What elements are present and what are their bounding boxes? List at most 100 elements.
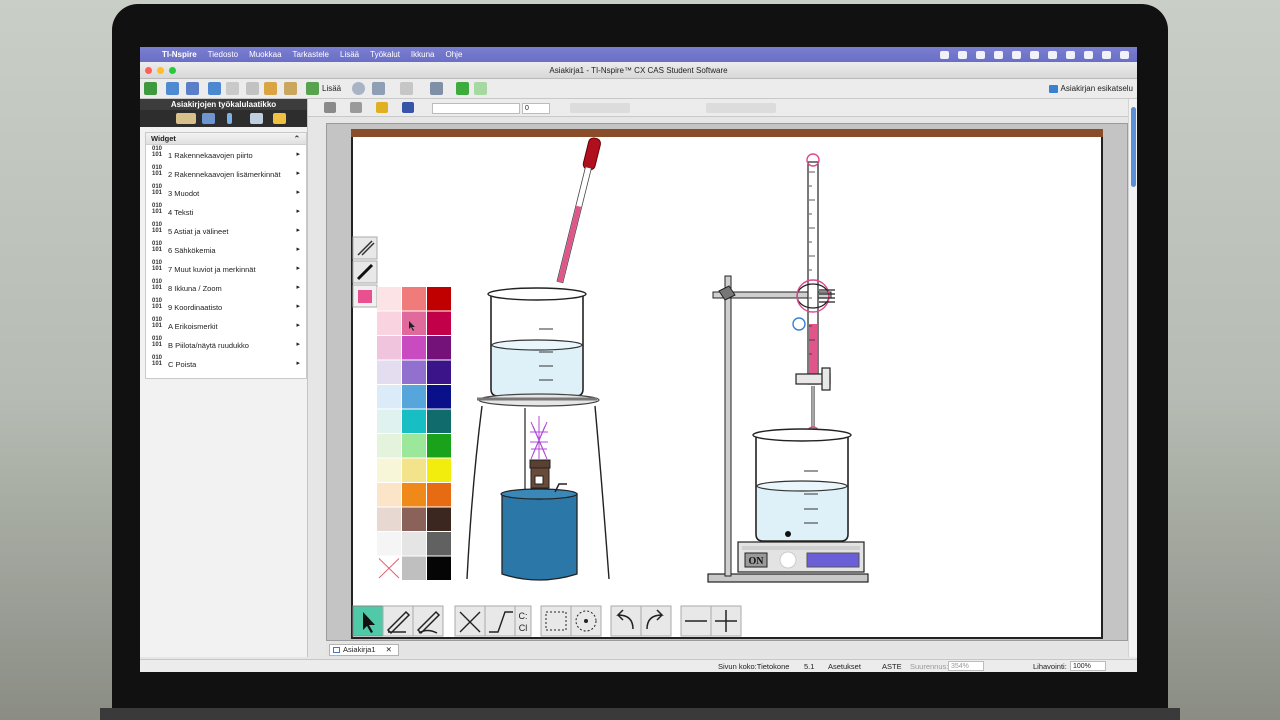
color-swatch[interactable] xyxy=(427,556,451,581)
tools-menu-icon[interactable] xyxy=(324,102,336,113)
camera-icon[interactable] xyxy=(976,50,985,59)
open-icon[interactable] xyxy=(166,82,179,95)
color-swatch[interactable] xyxy=(427,483,451,507)
undo-tool[interactable] xyxy=(610,605,642,637)
color-swatch[interactable] xyxy=(377,385,401,409)
color-swatch[interactable] xyxy=(402,458,426,483)
menu-app-name[interactable]: TI-Nspire xyxy=(162,50,197,59)
text-color-icon[interactable] xyxy=(402,102,414,113)
color-swatch[interactable] xyxy=(402,385,426,409)
wifi-icon[interactable] xyxy=(1066,50,1075,59)
menu-tiedosto[interactable]: Tiedosto xyxy=(208,50,238,59)
color-swatch[interactable] xyxy=(427,287,451,311)
dropbox-icon[interactable] xyxy=(958,50,967,59)
scrollbar-thumb[interactable] xyxy=(1131,107,1136,187)
color-swatch[interactable] xyxy=(427,336,451,360)
widget-item[interactable]: 010 101 4 Teksti ▸ xyxy=(146,202,306,221)
color-swatch[interactable] xyxy=(427,458,451,483)
screen-capture-icon[interactable] xyxy=(430,82,443,95)
color-swatch[interactable] xyxy=(377,434,401,458)
color-swatch[interactable] xyxy=(377,532,401,556)
insert-menu-button[interactable]: Lisää xyxy=(322,84,341,93)
save-icon[interactable] xyxy=(186,82,199,95)
line-color-icon[interactable] xyxy=(376,102,388,113)
zoom-scroll-field[interactable]: 100% xyxy=(1070,661,1106,671)
text-style-buttons[interactable] xyxy=(570,103,630,113)
page-sorter-icon[interactable] xyxy=(400,82,413,95)
fill-color-icon[interactable] xyxy=(350,102,362,113)
vertical-scrollbar[interactable] xyxy=(1128,99,1137,657)
zoom-field[interactable]: 354% xyxy=(948,661,984,671)
color-swatch[interactable] xyxy=(402,336,426,360)
color-swatch[interactable] xyxy=(377,483,401,507)
color-swatch[interactable] xyxy=(377,287,401,311)
redo-icon[interactable] xyxy=(226,82,239,95)
battery-icon[interactable] xyxy=(1048,50,1057,59)
color-swatch[interactable] xyxy=(402,507,426,532)
color-swatch[interactable] xyxy=(427,311,451,336)
color-swatch[interactable] xyxy=(377,458,401,483)
spotlight-icon[interactable] xyxy=(1102,50,1111,59)
insert-page-icon[interactable] xyxy=(306,82,319,95)
widget-item[interactable]: 010 101 3 Muodot ▸ xyxy=(146,183,306,202)
layout-icon[interactable] xyxy=(372,82,385,95)
cross-tool[interactable] xyxy=(454,605,486,637)
collapse-icon[interactable]: ⌃ xyxy=(294,133,300,145)
color-swatch[interactable] xyxy=(402,483,426,507)
time-machine-icon[interactable] xyxy=(994,50,1003,59)
widget-section-header[interactable]: Widget ⌃ xyxy=(146,133,306,145)
widget-item[interactable]: 010 101 B Piilota/näytä ruudukko ▸ xyxy=(146,335,306,354)
color-swatch[interactable] xyxy=(377,409,401,434)
cut-icon[interactable] xyxy=(246,82,259,95)
paste-icon[interactable] xyxy=(284,82,297,95)
color-swatch[interactable] xyxy=(427,434,451,458)
variables-tab-icon[interactable] xyxy=(202,113,215,124)
color-swatch[interactable] xyxy=(402,556,426,581)
page-tab-icon[interactable] xyxy=(250,113,263,124)
menu-ikkuna[interactable]: Ikkuna xyxy=(411,50,435,59)
tab-close-icon[interactable]: ✕ xyxy=(386,645,392,654)
color-swatch[interactable] xyxy=(427,532,451,556)
redo-tool[interactable] xyxy=(640,605,672,637)
menu-lisaa[interactable]: Lisää xyxy=(340,50,359,59)
color-swatch[interactable] xyxy=(427,385,451,409)
copy-icon[interactable] xyxy=(264,82,277,95)
font-family-field[interactable] xyxy=(432,103,520,114)
color-swatch[interactable] xyxy=(427,360,451,385)
alignment-buttons[interactable] xyxy=(706,103,776,113)
undo-icon[interactable] xyxy=(208,82,221,95)
bluetooth-icon[interactable] xyxy=(1030,50,1039,59)
user-icon[interactable] xyxy=(1084,50,1093,59)
notification-icon[interactable] xyxy=(1120,50,1129,59)
widget-item[interactable]: 010 101 7 Muut kuviot ja merkinnät ▸ xyxy=(146,259,306,278)
settings-status[interactable]: Asetukset xyxy=(828,662,861,671)
color-swatch[interactable] xyxy=(377,336,401,360)
status-a-icon[interactable] xyxy=(940,50,949,59)
angle-mode-status[interactable]: ASTE xyxy=(882,662,902,671)
color-swatch[interactable] xyxy=(377,507,401,532)
color-swatch[interactable] xyxy=(402,360,426,385)
document-preview-button[interactable]: Asiakirjan esikatselu xyxy=(1048,84,1133,93)
menu-tarkastele[interactable]: Tarkastele xyxy=(293,50,329,59)
forward-arrow-icon[interactable] xyxy=(474,82,487,95)
widget-item[interactable]: 010 101 8 Ikkuna / Zoom ▸ xyxy=(146,278,306,297)
widget-item[interactable]: 010 101 1 Rakennekaavojen piirto ▸ xyxy=(146,145,306,164)
color-swatch[interactable] xyxy=(427,409,451,434)
color-swatch[interactable] xyxy=(377,311,401,336)
menu-muokkaa[interactable]: Muokkaa xyxy=(249,50,281,59)
page-size-status[interactable]: Sivun koko:Tietokone xyxy=(718,662,789,671)
menu-tyokalut[interactable]: Työkalut xyxy=(370,50,400,59)
color-swatch[interactable] xyxy=(402,409,426,434)
folder-tab-icon[interactable] xyxy=(273,113,286,124)
volume-icon[interactable] xyxy=(1012,50,1021,59)
widget-item[interactable]: 010 101 C Poista ▸ xyxy=(146,354,306,373)
new-document-icon[interactable] xyxy=(144,82,157,95)
back-arrow-icon[interactable] xyxy=(456,82,469,95)
tab-asiakirja1[interactable]: Asiakirja1 ✕ xyxy=(329,644,399,656)
color-swatch[interactable] xyxy=(427,507,451,532)
tools-tab-icon[interactable] xyxy=(176,113,196,124)
color-swatch[interactable] xyxy=(402,434,426,458)
widget-item[interactable]: 010 101 2 Rakennekaavojen lisämerkinnät ▸ xyxy=(146,164,306,183)
calculator-icon[interactable] xyxy=(352,82,365,95)
widget-item[interactable]: 010 101 9 Koordinaatisto ▸ xyxy=(146,297,306,316)
